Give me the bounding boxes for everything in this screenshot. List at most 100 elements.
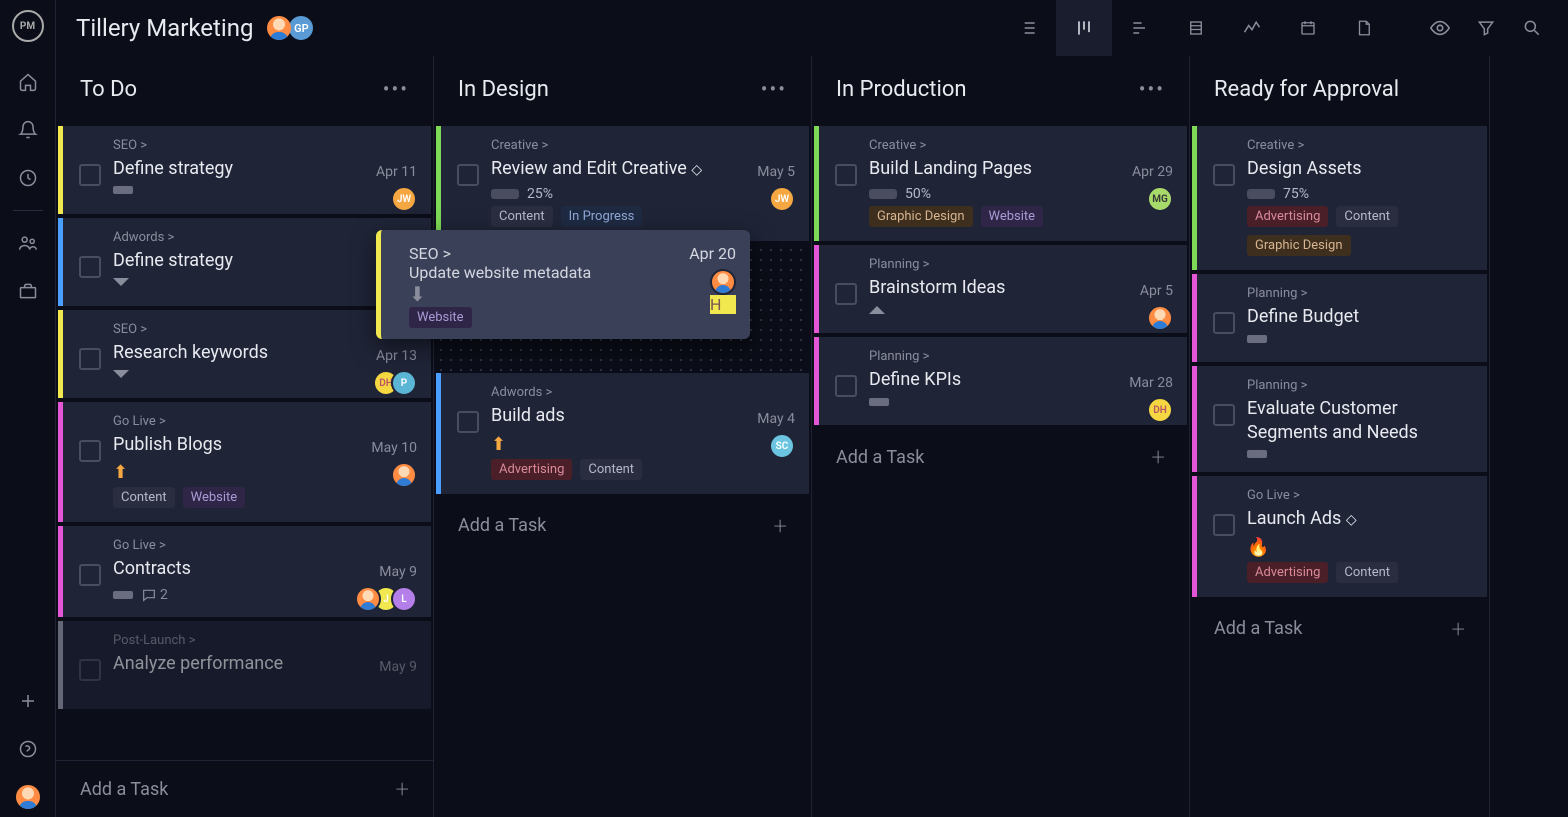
task-card[interactable]: Adwords > Build ads ⬆ AdvertisingContent… [436,373,809,493]
task-checkbox[interactable] [457,411,479,433]
filter-icon[interactable] [1470,12,1502,44]
task-assignees[interactable]: JL [355,586,417,612]
view-tab-board[interactable] [1056,0,1112,56]
task-card[interactable]: Go Live > Launch Ads ◇ 🔥 AdvertisingCont… [1192,476,1487,596]
task-checkbox[interactable] [79,348,101,370]
app-logo[interactable]: PM [12,10,44,42]
view-tab-calendar[interactable] [1280,0,1336,56]
view-tab-doc[interactable] [1336,0,1392,56]
task-checkbox[interactable] [835,375,857,397]
column-menu-icon[interactable]: ••• [1139,77,1165,101]
search-icon[interactable] [1516,12,1548,44]
add-task-button[interactable]: Add a Task+ [812,429,1189,485]
task-card[interactable]: Creative > Design Assets 75% Advertising… [1192,126,1487,270]
avatar-icon[interactable]: DH [1147,397,1173,423]
task-assignees[interactable]: H [710,269,736,314]
task-crumb[interactable]: SEO > [113,138,415,153]
task-crumb[interactable]: Go Live > [113,414,415,429]
avatar-icon[interactable] [1147,305,1173,331]
tag[interactable]: Website [183,487,246,508]
help-icon[interactable] [8,729,48,769]
task-crumb[interactable]: Post-Launch > [113,633,415,648]
avatar-icon[interactable]: SC [769,433,795,459]
eye-icon[interactable] [1424,12,1456,44]
avatar-icon[interactable]: L [391,586,417,612]
tag[interactable]: Content [580,459,642,480]
home-icon[interactable] [8,62,48,102]
column-menu-icon[interactable]: ••• [383,77,409,101]
task-assignees[interactable] [1147,305,1173,331]
tag[interactable]: Website [981,206,1044,227]
task-crumb[interactable]: SEO > [113,322,415,337]
view-tab-gantt[interactable] [1112,0,1168,56]
add-icon[interactable] [8,681,48,721]
task-card[interactable]: Planning > Define KPIs Mar 28DH [814,337,1187,425]
task-assignees[interactable]: JW [391,186,417,212]
tag[interactable]: Content [1336,206,1398,227]
view-tab-table[interactable] [1168,0,1224,56]
task-card[interactable]: Creative > Review and Edit Creative ◇ 25… [436,126,809,241]
task-checkbox[interactable] [1213,514,1235,536]
view-tab-list[interactable] [1000,0,1056,56]
column-menu-icon[interactable]: ••• [761,77,787,101]
avatar-icon[interactable] [391,462,417,488]
task-crumb[interactable]: Planning > [869,257,1171,272]
comments-icon[interactable]: 2 [141,587,168,603]
task-checkbox[interactable] [1213,404,1235,426]
task-card[interactable]: Creative > Build Landing Pages 50% Graph… [814,126,1187,241]
task-assignees[interactable]: DH [1147,397,1173,423]
task-checkbox[interactable] [1213,312,1235,334]
task-assignees[interactable]: SC [769,433,795,459]
tag[interactable]: Content [491,206,553,227]
task-crumb[interactable]: Planning > [1247,378,1471,393]
task-card[interactable]: Go Live > Contracts 2 May 9JL [58,526,431,616]
task-checkbox[interactable] [835,283,857,305]
task-crumb[interactable]: Creative > [1247,138,1471,153]
clock-icon[interactable] [8,158,48,198]
task-checkbox[interactable] [79,164,101,186]
task-crumb[interactable]: Planning > [869,349,1171,364]
shared-avatars[interactable]: GP [271,14,315,42]
task-checkbox[interactable] [79,256,101,278]
user-avatar[interactable] [8,777,48,817]
task-crumb[interactable]: Adwords > [113,230,415,245]
task-card[interactable]: Post-Launch > Analyze performance May 9 [58,621,431,709]
task-card[interactable]: Planning > Brainstorm Ideas Apr 5 [814,245,1187,333]
task-checkbox[interactable] [1213,164,1235,186]
task-assignees[interactable] [391,462,417,488]
tag[interactable]: Advertising [1247,206,1328,227]
task-crumb[interactable]: Go Live > [1247,488,1471,503]
project-title[interactable]: Tillery Marketing [76,14,253,42]
add-task-button[interactable]: Add a Task+ [56,760,433,817]
bell-icon[interactable] [8,110,48,150]
task-crumb[interactable]: Adwords > [491,385,793,400]
tag[interactable]: Content [113,487,175,508]
avatar-icon[interactable]: MG [1147,186,1173,212]
task-checkbox[interactable] [79,440,101,462]
task-checkbox[interactable] [835,164,857,186]
add-task-button[interactable]: Add a Task+ [434,498,811,554]
task-crumb[interactable]: Creative > [491,138,793,153]
task-crumb[interactable]: Creative > [869,138,1171,153]
task-card[interactable]: Planning > Evaluate Customer Segments an… [1192,366,1487,472]
tag[interactable]: Graphic Design [1247,235,1351,256]
task-checkbox[interactable] [457,164,479,186]
avatar-icon[interactable]: P [391,370,417,396]
add-task-button[interactable]: Add a Task+ [1190,601,1489,657]
task-card[interactable]: Go Live > Publish Blogs ⬆ ContentWebsite… [58,402,431,522]
briefcase-icon[interactable] [8,271,48,311]
task-checkbox[interactable] [79,659,101,681]
tag-website[interactable]: Website [409,307,472,328]
task-assignees[interactable]: DHP [373,370,417,396]
task-card[interactable]: SEO > Define strategy Apr 11JW [58,126,431,214]
people-icon[interactable] [8,223,48,263]
task-crumb[interactable]: Go Live > [113,538,415,553]
tag[interactable]: Advertising [491,459,572,480]
task-assignees[interactable]: MG [1147,186,1173,212]
task-assignees[interactable]: JW [769,186,795,212]
avatar-icon[interactable]: JW [391,186,417,212]
tag[interactable]: Content [1336,562,1398,583]
task-card[interactable]: Planning > Define Budget [1192,274,1487,362]
avatar-icon[interactable]: JW [769,186,795,212]
tag[interactable]: In Progress [561,206,643,227]
